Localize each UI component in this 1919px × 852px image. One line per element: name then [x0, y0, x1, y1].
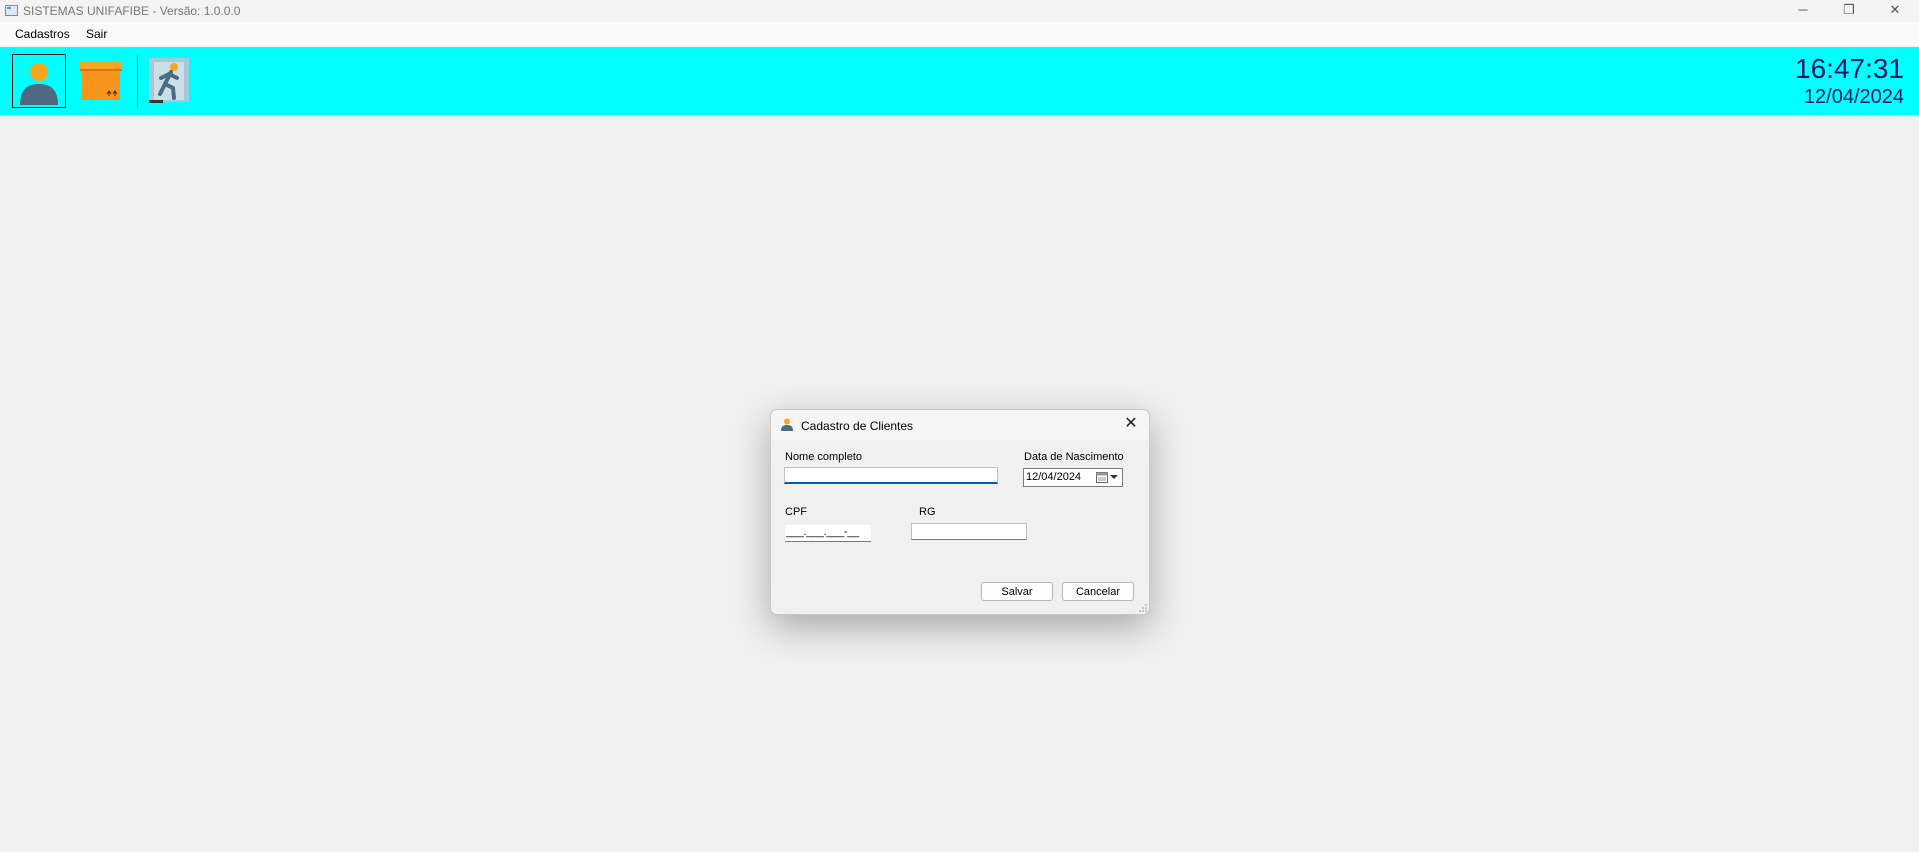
window-title: SISTEMAS UNIFAFIBE - Versão: 1.0.0.0	[23, 4, 241, 18]
calendar-icon	[1096, 472, 1108, 483]
dialog-title: Cadastro de Clientes	[801, 419, 914, 433]
nome-input[interactable]	[784, 467, 998, 484]
cadastro-clientes-dialog: Cadastro de Clientes ✕ Nome completo Dat…	[770, 409, 1150, 615]
menu-cadastros[interactable]: Cadastros	[15, 27, 70, 41]
resize-grip-icon[interactable]	[1139, 604, 1147, 612]
produtos-tool-button[interactable]	[75, 54, 129, 108]
person-icon	[781, 418, 793, 431]
sair-tool-button[interactable]	[143, 54, 197, 108]
close-icon[interactable]: ✕	[1119, 413, 1143, 435]
close-window-button[interactable]: ✕	[1873, 0, 1917, 22]
clock-date: 12/04/2024	[1803, 86, 1904, 108]
toolbar: 16:47:31 12/04/2024	[0, 47, 1919, 115]
clock-time: 16:47:31	[1795, 53, 1904, 84]
clientes-tool-button[interactable]	[12, 54, 66, 108]
chevron-down-icon[interactable]	[1110, 475, 1118, 479]
nome-label: Nome completo	[785, 451, 863, 463]
cpf-label: CPF	[785, 506, 807, 518]
data-nascimento-label: Data de Nascimento	[1024, 451, 1124, 463]
box-icon	[80, 62, 122, 100]
rg-label: RG	[919, 506, 936, 518]
cpf-masked-input[interactable]: ___.___.___-__	[785, 525, 871, 542]
person-icon	[20, 63, 58, 105]
dialog-title-bar: Cadastro de Clientes ✕	[771, 410, 1149, 440]
menu-sair[interactable]: Sair	[86, 27, 107, 41]
restore-button[interactable]: ❐	[1827, 0, 1871, 22]
cancelar-button[interactable]: Cancelar	[1062, 582, 1134, 601]
minimize-button[interactable]: ─	[1781, 0, 1825, 22]
salvar-button[interactable]: Salvar	[981, 582, 1053, 601]
toolbar-separator	[137, 55, 138, 107]
data-nascimento-picker[interactable]: 12/04/2024	[1023, 468, 1123, 487]
rg-input[interactable]	[911, 523, 1027, 540]
data-nascimento-value: 12/04/2024	[1026, 471, 1082, 483]
exit-running-man-icon	[149, 58, 189, 103]
title-bar: SISTEMAS UNIFAFIBE - Versão: 1.0.0.0 ─ ❐…	[0, 0, 1919, 22]
menu-bar: Cadastros Sair	[0, 22, 1919, 46]
app-icon	[5, 5, 18, 16]
